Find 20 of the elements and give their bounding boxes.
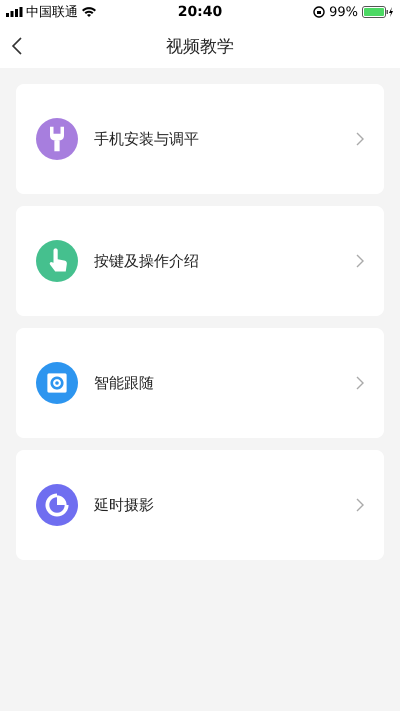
lesson-title: 延时摄影 — [94, 496, 155, 514]
chevron-right-icon — [356, 498, 364, 512]
lesson-card[interactable]: 手机安装与调平 — [16, 84, 384, 194]
lesson-card[interactable]: 按键及操作介绍 — [16, 206, 384, 316]
lesson-title: 智能跟随 — [94, 374, 155, 392]
chevron-right-icon — [356, 376, 364, 390]
battery-charging-icon — [362, 6, 394, 18]
rotation-lock-icon — [313, 6, 326, 18]
carrier-name: 中国联通 — [26, 4, 78, 21]
clock-time: 20:40 — [176, 4, 224, 20]
page-title: 视频教学 — [166, 36, 234, 58]
lesson-card[interactable]: 智能跟随 — [16, 328, 384, 438]
lesson-title: 手机安装与调平 — [94, 130, 200, 148]
lesson-card[interactable]: 延时摄影 — [16, 450, 384, 560]
chevron-right-icon — [356, 132, 364, 146]
battery-percent: 99% — [329, 4, 358, 20]
wifi-icon — [81, 6, 97, 18]
lesson-title: 按键及操作介绍 — [94, 252, 200, 270]
chevron-right-icon — [356, 254, 364, 268]
signal-icon — [6, 7, 23, 17]
